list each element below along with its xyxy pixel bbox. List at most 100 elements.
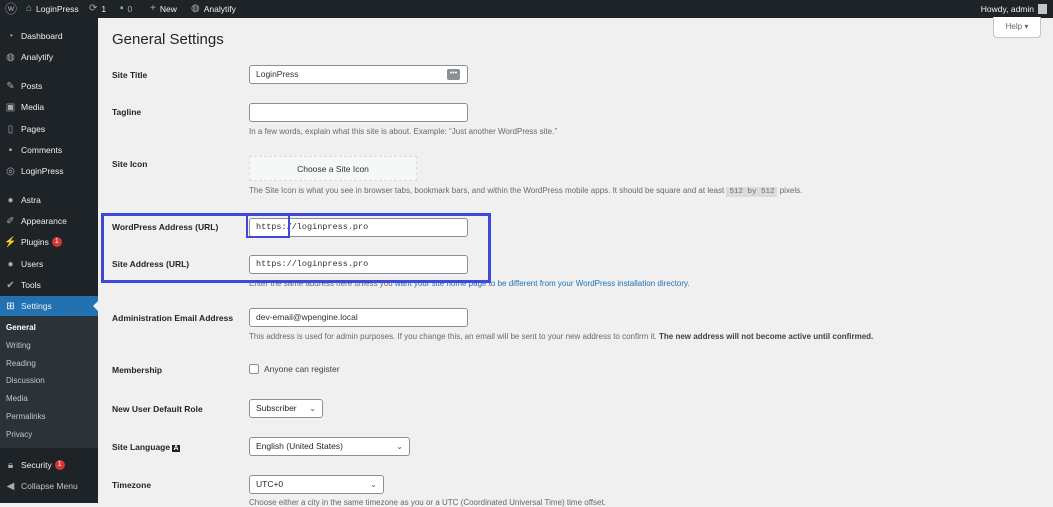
menu-posts[interactable]: ✎ Posts xyxy=(0,76,98,96)
comments-link[interactable]: ▪ 0 xyxy=(120,0,132,18)
menu-label: Collapse Menu xyxy=(21,481,78,491)
home-icon: ⌂ xyxy=(26,3,33,14)
menu-label: LoginPress xyxy=(21,166,64,176)
selected-value: Subscriber xyxy=(256,403,297,413)
help-bold: The new address will not become active u… xyxy=(659,332,874,341)
analytify-label: Analytify xyxy=(203,4,236,14)
menu-label: Media xyxy=(21,102,45,112)
menu-label: Settings xyxy=(21,301,52,311)
site-name-link[interactable]: ⌂ LoginPress xyxy=(26,0,79,18)
menu-astra[interactable]: ● Astra xyxy=(0,190,98,210)
submenu-media[interactable]: Media xyxy=(6,394,28,403)
choose-site-icon-button[interactable]: Choose a Site Icon xyxy=(249,156,417,181)
page-title: General Settings xyxy=(112,31,224,48)
analytify-link[interactable]: ◍ Analytify xyxy=(191,0,236,18)
highlight-box xyxy=(101,213,491,283)
help-text: . xyxy=(687,279,690,288)
site-language-select[interactable]: English (United States) ⌄ xyxy=(249,437,410,456)
label-text: Site Language xyxy=(112,442,171,452)
highlight-box-small xyxy=(246,214,290,238)
plugin-icon: ⚡ xyxy=(4,236,17,248)
updates-link[interactable]: ⟳ 1 xyxy=(89,0,106,18)
admin-bar: ⓦ ⌂ LoginPress ⟳ 1 ▪ 0 + New ◍ Analytify Howd… xyxy=(0,0,1053,18)
menu-dashboard[interactable]: ◔ Dashboard xyxy=(0,26,98,46)
help-tab-button[interactable]: Help ▾ xyxy=(993,17,1041,38)
collapse-icon: ◀ xyxy=(6,480,15,492)
menu-media[interactable]: ▣ Media xyxy=(0,97,98,117)
comment-icon: ▪ xyxy=(120,3,124,14)
menu-settings[interactable]: ⊞ Settings xyxy=(0,296,98,316)
menu-label: Analytify xyxy=(21,52,54,62)
anyone-can-register-checkbox[interactable] xyxy=(249,364,259,374)
security-badge: 1 xyxy=(54,460,65,470)
admin-email-help: This address is used for admin purposes.… xyxy=(249,332,873,341)
lock-icon: 🔒︎ xyxy=(7,459,14,471)
default-role-select[interactable]: Subscriber ⌄ xyxy=(249,399,323,418)
help-text: This address is used for admin purposes.… xyxy=(249,332,657,341)
media-icon: ▣ xyxy=(5,101,16,113)
site-icon-label: Site Icon xyxy=(112,159,148,169)
chevron-down-icon: ⌄ xyxy=(370,480,377,489)
brush-icon: ✐ xyxy=(6,215,15,227)
help-text: pixels. xyxy=(779,186,803,195)
avatar xyxy=(1038,4,1047,14)
menu-comments[interactable]: ▪ Comments xyxy=(0,140,98,160)
menu-label: Posts xyxy=(21,81,43,91)
menu-label: Security xyxy=(21,460,52,470)
submenu-reading[interactable]: Reading xyxy=(6,359,36,368)
new-content-link[interactable]: + New xyxy=(150,0,177,18)
menu-plugins[interactable]: ⚡ Plugins 1 xyxy=(0,232,98,252)
password-manager-icon[interactable]: ••• xyxy=(447,69,460,80)
menu-loginpress[interactable]: ◎ LoginPress xyxy=(0,161,98,181)
wordpress-logo-icon[interactable]: ⓦ xyxy=(5,0,17,18)
pin-icon: ✎ xyxy=(6,80,15,92)
menu-pages[interactable]: ▯ Pages xyxy=(0,119,98,139)
menu-appearance[interactable]: ✐ Appearance xyxy=(0,211,98,231)
plugins-badge: 1 xyxy=(51,237,62,247)
plus-icon: + xyxy=(150,3,156,14)
membership-label: Membership xyxy=(112,365,163,375)
timezone-label: Timezone xyxy=(112,480,152,490)
astra-icon: ● xyxy=(7,194,14,206)
dashboard-icon: ◔ xyxy=(7,30,14,42)
menu-label: Astra xyxy=(21,195,41,205)
menu-analytify[interactable]: ◍ Analytify xyxy=(0,47,98,67)
site-language-label: Site Language A xyxy=(112,442,180,452)
admin-email-input[interactable]: dev-email@wpengine.local xyxy=(249,308,468,327)
menu-label: Dashboard xyxy=(21,31,63,41)
menu-tools[interactable]: ✔ Tools xyxy=(0,275,98,295)
menu-label: Pages xyxy=(21,124,46,134)
menu-label: Tools xyxy=(21,280,41,290)
menu-label: Appearance xyxy=(21,216,67,226)
howdy-text: Howdy, admin xyxy=(980,4,1034,14)
tagline-label: Tagline xyxy=(112,107,142,117)
site-title-value: LoginPress xyxy=(256,69,299,79)
default-role-label: New User Default Role xyxy=(112,404,203,414)
comments-count: 0 xyxy=(127,4,133,14)
submenu-writing[interactable]: Writing xyxy=(6,341,31,350)
loginpress-icon: ◎ xyxy=(6,165,15,177)
menu-label: Users xyxy=(21,259,44,269)
translation-icon: A xyxy=(172,445,180,452)
admin-email-label: Administration Email Address xyxy=(112,313,234,323)
submenu-discussion[interactable]: Discussion xyxy=(6,376,45,385)
site-icon-help: The Site Icon is what you see in browser… xyxy=(249,186,803,197)
submenu-privacy[interactable]: Privacy xyxy=(6,430,32,439)
tagline-input[interactable] xyxy=(249,103,468,122)
selected-value: English (United States) xyxy=(256,441,343,451)
new-label: New xyxy=(159,4,177,14)
pages-icon: ▯ xyxy=(7,123,14,135)
menu-label: Plugins xyxy=(21,237,49,247)
submenu-general[interactable]: General xyxy=(6,323,36,332)
menu-security[interactable]: 🔒︎ Security 1 xyxy=(0,455,98,475)
site-title-input[interactable]: LoginPress ••• xyxy=(249,65,468,84)
account-menu[interactable]: Howdy, admin xyxy=(981,0,1047,18)
submenu-permalinks[interactable]: Permalinks xyxy=(6,412,46,421)
current-arrow xyxy=(88,301,98,311)
anyone-can-register-option[interactable]: Anyone can register xyxy=(249,364,340,374)
timezone-select[interactable]: UTC+0 ⌄ xyxy=(249,475,384,494)
collapse-menu-button[interactable]: ◀ Collapse Menu xyxy=(0,476,98,496)
site-title-label: Site Title xyxy=(112,70,148,80)
menu-users[interactable]: ● Users xyxy=(0,254,98,274)
analytify-icon: ◍ xyxy=(191,3,200,14)
